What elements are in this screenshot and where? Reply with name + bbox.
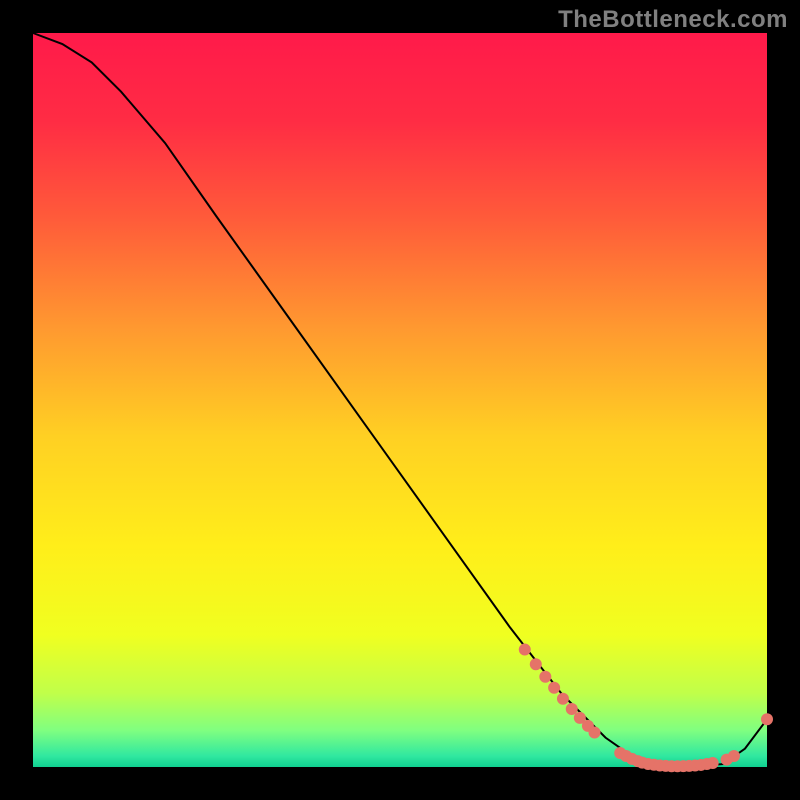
- bottleneck-chart: [0, 0, 800, 800]
- plot-background: [33, 33, 767, 767]
- data-point: [530, 658, 542, 670]
- data-point: [589, 727, 601, 739]
- data-point: [761, 713, 773, 725]
- data-point: [557, 693, 569, 705]
- data-point: [539, 671, 551, 683]
- chart-container: [0, 0, 800, 800]
- data-point: [548, 682, 560, 694]
- data-point: [728, 750, 740, 762]
- watermark-text: TheBottleneck.com: [558, 6, 788, 34]
- data-point: [519, 644, 531, 656]
- data-point: [707, 757, 719, 769]
- data-point: [566, 703, 578, 715]
